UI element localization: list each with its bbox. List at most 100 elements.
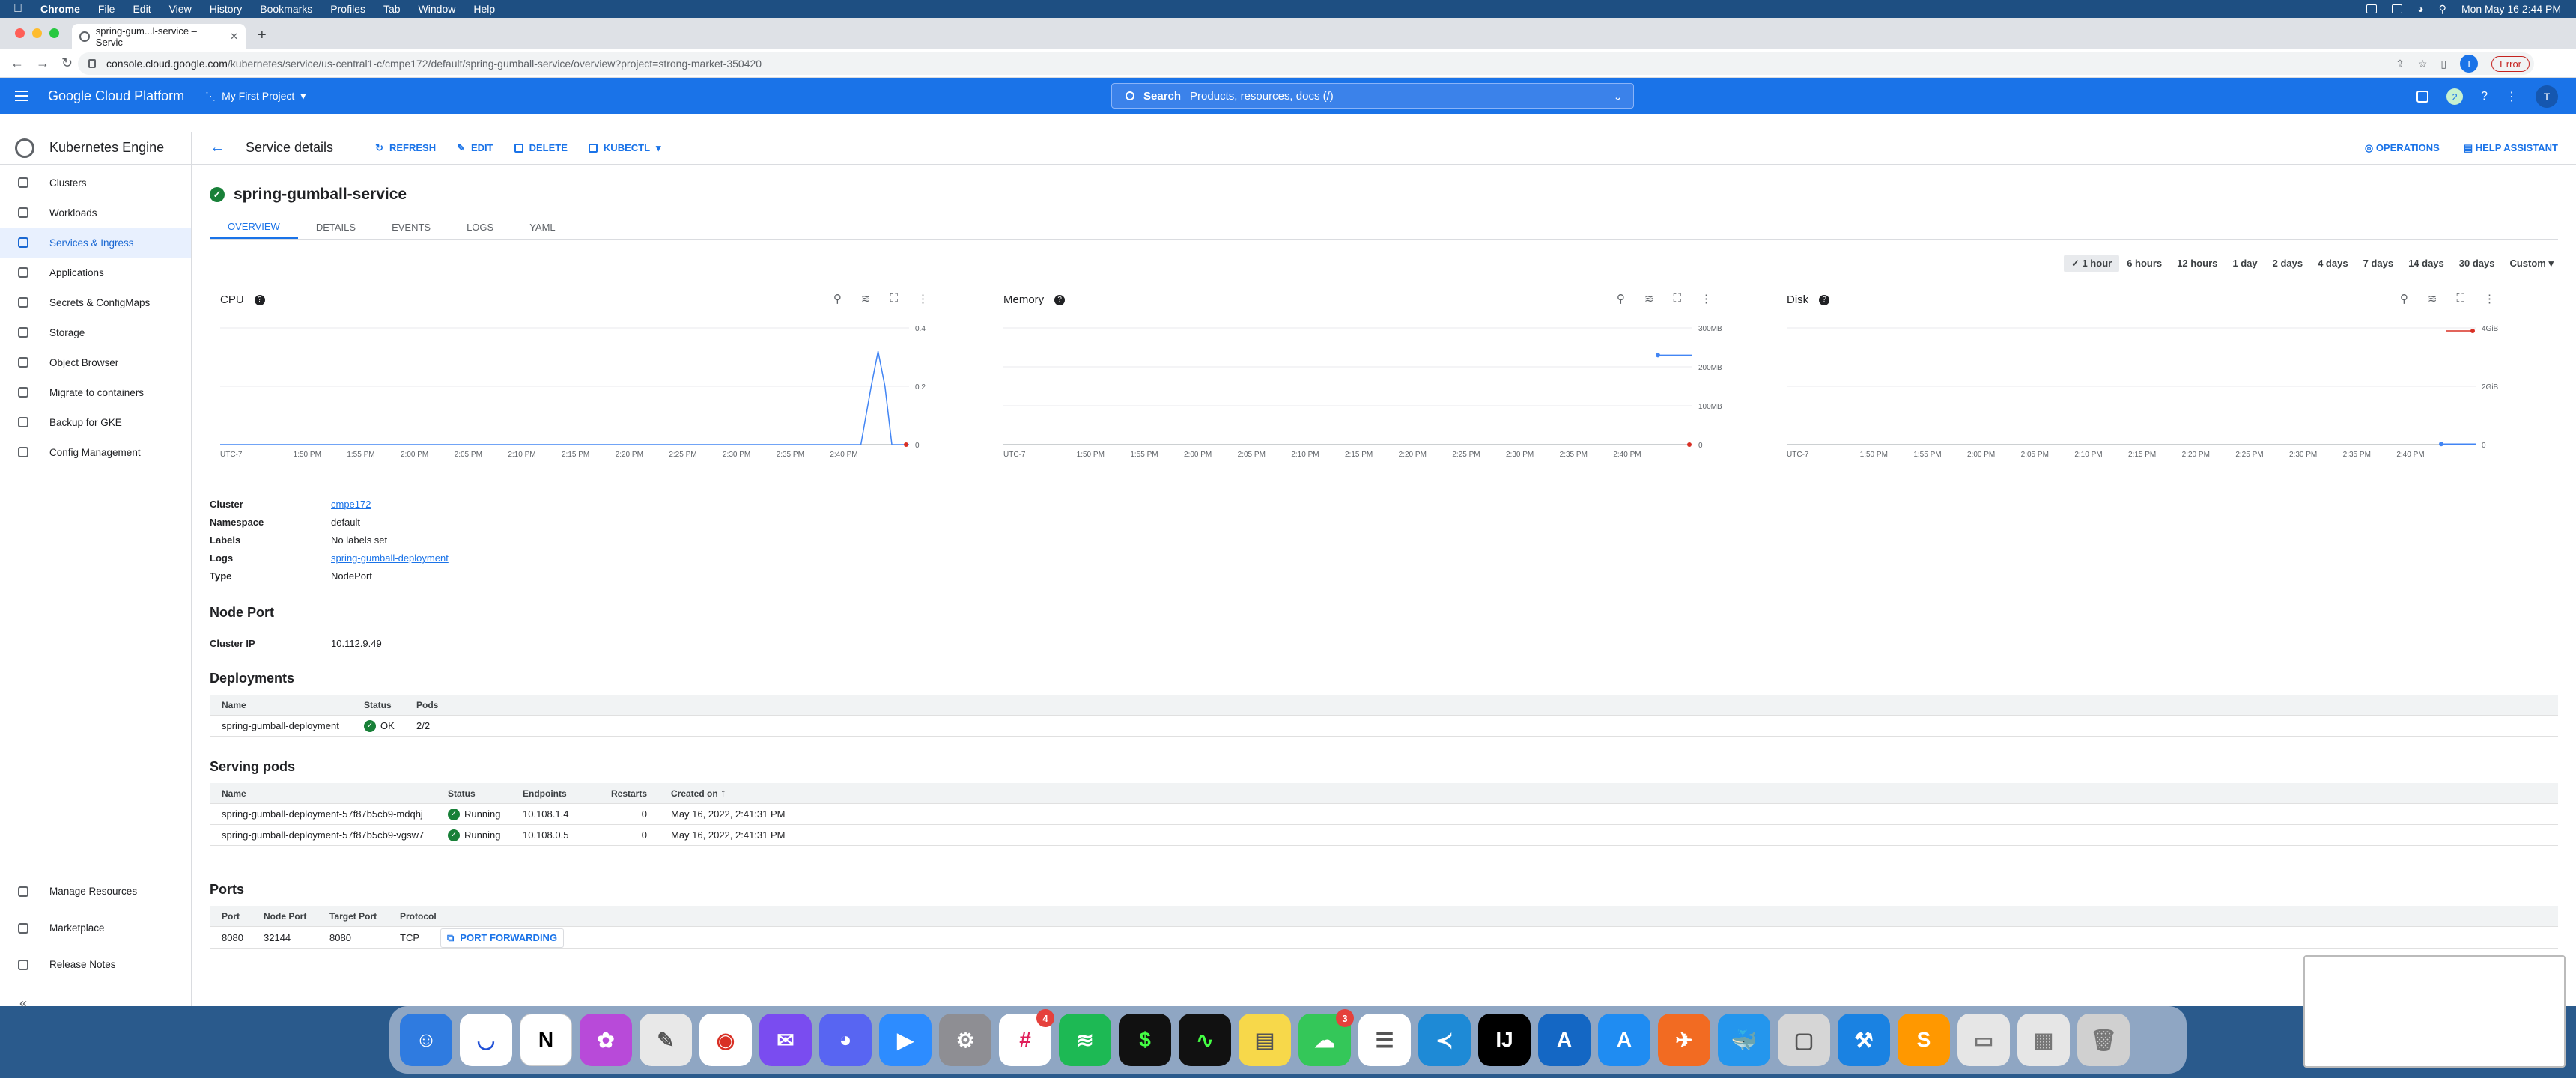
collapse-sidebar-icon[interactable]: « <box>19 996 27 1011</box>
sidebar-item-migrate[interactable]: Migrate to containers <box>0 377 191 407</box>
new-tab-icon[interactable]: + <box>258 27 267 44</box>
address-bar[interactable]: console.cloud.google.com/kubernetes/serv… <box>78 52 2534 75</box>
notes-icon[interactable]: ✎ <box>640 1014 692 1066</box>
tab-logs[interactable]: LOGS <box>449 216 511 239</box>
sidebar-item-object-browser[interactable]: Object Browser <box>0 347 191 377</box>
app-icon-blue[interactable]: A <box>1538 1014 1591 1066</box>
tab-events[interactable]: EVENTS <box>374 216 449 239</box>
tab-details[interactable]: DETAILS <box>298 216 374 239</box>
intellij-icon[interactable]: IJ <box>1478 1014 1531 1066</box>
menu-app-name[interactable]: Chrome <box>40 3 80 15</box>
refresh-button[interactable]: ↻ REFRESH <box>375 142 436 154</box>
account-avatar[interactable]: T <box>2536 85 2558 108</box>
zoom-icon[interactable]: ⚲ <box>2400 292 2408 305</box>
sidebar-item-release-notes[interactable]: Release Notes <box>0 946 192 983</box>
tab-overview[interactable]: OVERVIEW <box>210 216 298 239</box>
menu-bookmarks[interactable]: Bookmarks <box>260 3 312 15</box>
zoom-window-button[interactable] <box>49 28 59 38</box>
zoom-icon[interactable]: ▶ <box>879 1014 932 1066</box>
chrome-icon[interactable]: ◉ <box>699 1014 752 1066</box>
discord-icon[interactable]: ◕ <box>819 1014 872 1066</box>
xcode-icon[interactable]: ⚒ <box>1838 1014 1890 1066</box>
col-restarts[interactable]: Restarts <box>599 788 659 799</box>
pod-name[interactable]: spring-gumball-deployment-57f87b5cb9-vgs… <box>210 829 436 841</box>
share-icon[interactable]: ⇪ <box>2396 58 2405 70</box>
lock-icon[interactable] <box>88 59 96 68</box>
close-tab-icon[interactable]: ✕ <box>230 31 238 43</box>
time-range-custom[interactable]: Custom ▾ <box>2502 255 2561 272</box>
help-icon[interactable]: ? <box>1819 294 1830 305</box>
time-range-2d[interactable]: 2 days <box>2265 255 2310 272</box>
notes-app-icon[interactable]: ▤ <box>1239 1014 1291 1066</box>
time-range-30d[interactable]: 30 days <box>2452 255 2503 272</box>
terminal-icon[interactable]: $ <box>1119 1014 1171 1066</box>
zoom-icon[interactable]: ⚲ <box>1617 292 1625 305</box>
project-selector[interactable]: ⋱ My First Project ▾ <box>205 90 306 103</box>
kubectl-button[interactable]: KUBECTL ▾ <box>588 142 661 154</box>
col-pods[interactable]: Pods <box>404 700 438 710</box>
downloads-icon[interactable]: ▦ <box>2017 1014 2070 1066</box>
status-icon[interactable] <box>2366 4 2378 13</box>
sidebar-item-clusters[interactable]: Clusters <box>0 168 191 198</box>
menu-edit[interactable]: Edit <box>133 3 151 15</box>
time-range-12h[interactable]: 12 hours <box>2169 255 2225 272</box>
col-port[interactable]: Port <box>210 911 252 922</box>
time-range-1d[interactable]: 1 day <box>2225 255 2264 272</box>
help-icon[interactable]: ? <box>254 294 265 305</box>
more-vert-icon[interactable]: ⋮ <box>2484 292 2495 305</box>
profile-avatar[interactable]: T <box>2460 55 2479 73</box>
wifi-icon[interactable]: ◕ <box>2417 3 2423 15</box>
battery-icon[interactable] <box>2392 4 2403 13</box>
sublime-icon[interactable]: S <box>1898 1014 1950 1066</box>
port-forwarding-button[interactable]: ⧉ PORT FORWARDING <box>440 928 565 948</box>
gcp-title[interactable]: Google Cloud Platform <box>48 88 184 104</box>
property-link[interactable]: spring-gumball-deployment <box>331 552 449 564</box>
reload-icon[interactable]: ↻ <box>61 55 73 71</box>
menu-help[interactable]: Help <box>473 3 495 15</box>
col-target-port[interactable]: Target Port <box>318 911 388 922</box>
col-status[interactable]: Status <box>352 700 404 710</box>
zoom-icon[interactable]: ⚲ <box>833 292 842 305</box>
operations-button[interactable]: ◎ OPERATIONS <box>2365 142 2440 154</box>
notion-icon[interactable]: N <box>520 1014 572 1066</box>
docker-icon[interactable]: 🐳 <box>1718 1014 1770 1066</box>
edit-button[interactable]: ✎ EDIT <box>457 142 493 154</box>
property-link[interactable]: cmpe172 <box>331 499 371 510</box>
hamburger-menu-icon[interactable] <box>15 91 28 101</box>
preview-icon[interactable]: ▢ <box>1778 1014 1830 1066</box>
forward-icon[interactable]: → <box>36 55 49 71</box>
search-input[interactable]: Search Products, resources, docs (/) ⌄ <box>1111 83 1634 109</box>
time-range-6h[interactable]: 6 hours <box>2119 255 2169 272</box>
legend-icon[interactable]: ≋ <box>2428 292 2437 305</box>
menu-file[interactable]: File <box>98 3 115 15</box>
deployment-name[interactable]: spring-gumball-deployment <box>210 720 352 731</box>
fullscreen-icon[interactable]: ⛶ <box>2456 292 2464 305</box>
app-store-icon[interactable]: A <box>1598 1014 1650 1066</box>
back-icon[interactable]: ← <box>10 55 24 71</box>
postman-icon[interactable]: ✈ <box>1658 1014 1710 1066</box>
bookmark-star-icon[interactable]: ☆ <box>2418 58 2428 70</box>
legend-icon[interactable]: ≋ <box>1644 292 1654 305</box>
browser-tab[interactable]: spring-gum...l-service – Servic ✕ <box>72 24 246 49</box>
menu-profiles[interactable]: Profiles <box>330 3 365 15</box>
more-vert-icon[interactable]: ⋮ <box>2506 89 2518 104</box>
sidebar-toggle-icon[interactable]: ▯ <box>2440 58 2446 70</box>
menu-history[interactable]: History <box>210 3 243 15</box>
close-window-button[interactable] <box>15 28 25 38</box>
reminders-icon[interactable]: ☰ <box>1358 1014 1411 1066</box>
sidebar-item-secrets[interactable]: Secrets & ConfigMaps <box>0 287 191 317</box>
sidebar-item-backup[interactable]: Backup for GKE <box>0 407 191 437</box>
help-icon[interactable]: ? <box>2481 90 2488 103</box>
sidebar-item-applications[interactable]: Applications <box>0 258 191 287</box>
sidebar-item-workloads[interactable]: Workloads <box>0 198 191 228</box>
more-vert-icon[interactable]: ⋮ <box>1701 292 1712 305</box>
col-status[interactable]: Status <box>436 788 511 799</box>
sidebar-item-marketplace[interactable]: Marketplace <box>0 910 192 946</box>
finder-icon[interactable]: ☺ <box>400 1014 452 1066</box>
notifications-badge[interactable]: 2 <box>2446 88 2464 105</box>
sidebar-item-config-management[interactable]: Config Management <box>0 437 191 467</box>
app-icon[interactable]: ◡ <box>460 1014 512 1066</box>
messenger-icon[interactable]: ✉ <box>759 1014 812 1066</box>
cloud-shell-icon[interactable] <box>2416 91 2429 103</box>
help-assistant-button[interactable]: ▤ HELP ASSISTANT <box>2464 142 2558 154</box>
